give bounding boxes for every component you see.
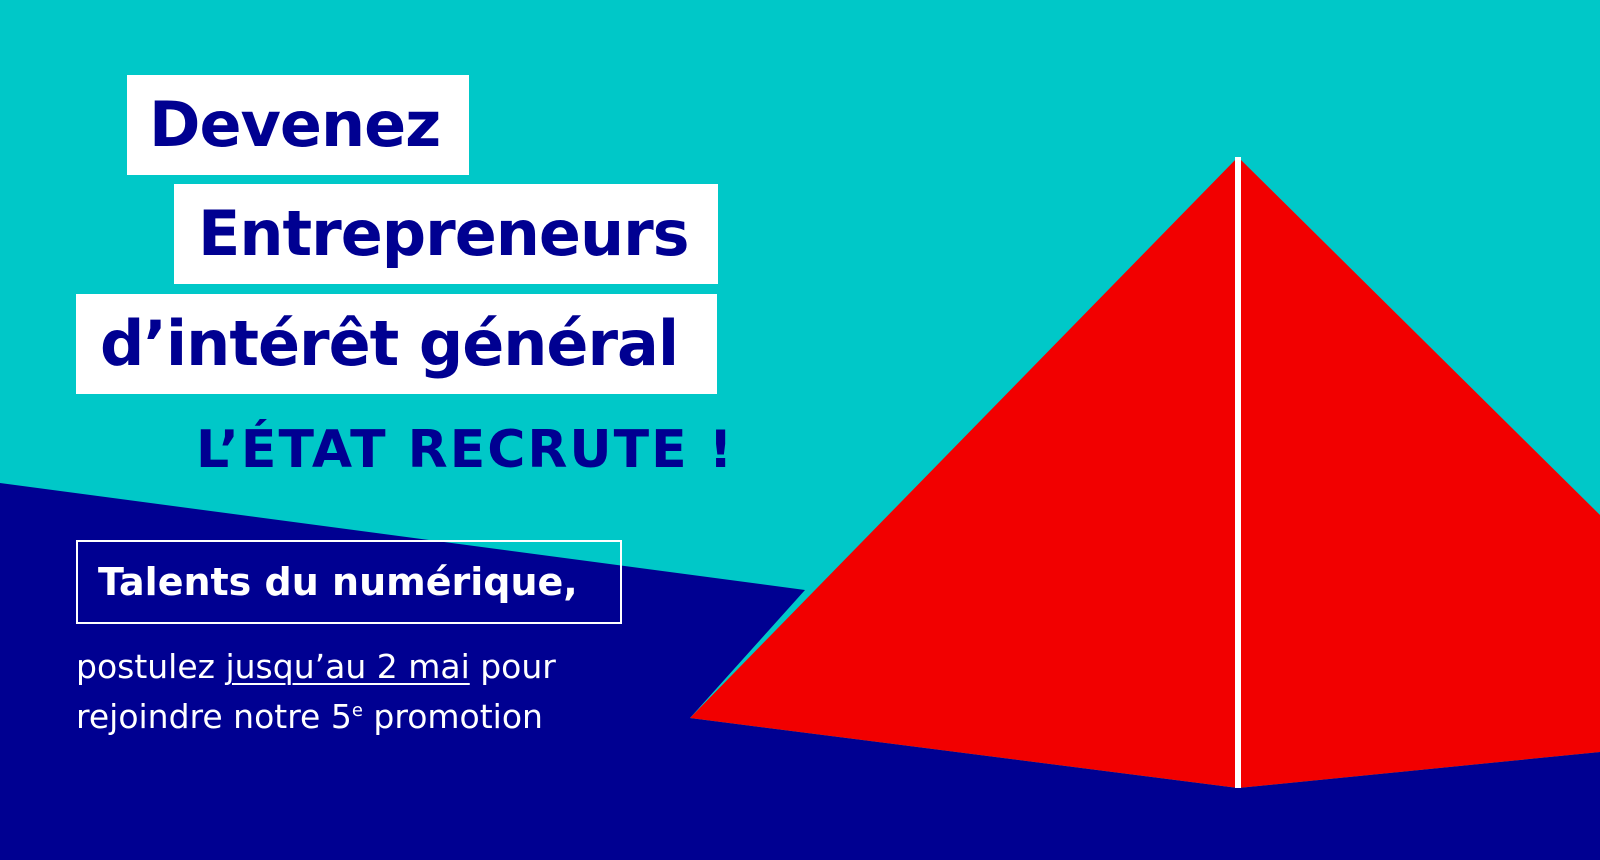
recruitment-banner: Devenez Entrepreneurs d’intérêt général … bbox=[0, 0, 1600, 860]
tagline: L’ÉTAT RECRUTE ! bbox=[196, 420, 735, 480]
headline-line-2: Entrepreneurs bbox=[174, 184, 718, 284]
headline-text-1: Devenez bbox=[149, 88, 441, 161]
headline-text-3: d’intérêt général bbox=[100, 307, 679, 380]
cta-line-2-prefix: rejoindre notre 5 bbox=[76, 697, 352, 736]
talents-text: Talents du numérique, bbox=[98, 560, 578, 604]
headline-line-3: d’intérêt général bbox=[76, 294, 717, 394]
deadline-link[interactable]: jusqu’au 2 mai bbox=[225, 647, 469, 686]
cta-line-2: rejoindre notre 5e promotion bbox=[76, 692, 556, 742]
headline-text-2: Entrepreneurs bbox=[198, 197, 690, 270]
cta-text: postulez jusqu’au 2 mai pour rejoindre n… bbox=[76, 642, 556, 742]
cta-line-1-prefix: postulez bbox=[76, 647, 226, 686]
cta-line-1-suffix: pour bbox=[469, 647, 556, 686]
ordinal-superscript: e bbox=[351, 700, 363, 721]
headline-line-1: Devenez bbox=[127, 75, 469, 175]
cta-line-1: postulez jusqu’au 2 mai pour bbox=[76, 642, 556, 692]
cta-line-2-suffix: promotion bbox=[362, 697, 543, 736]
talents-box: Talents du numérique, bbox=[76, 540, 622, 624]
